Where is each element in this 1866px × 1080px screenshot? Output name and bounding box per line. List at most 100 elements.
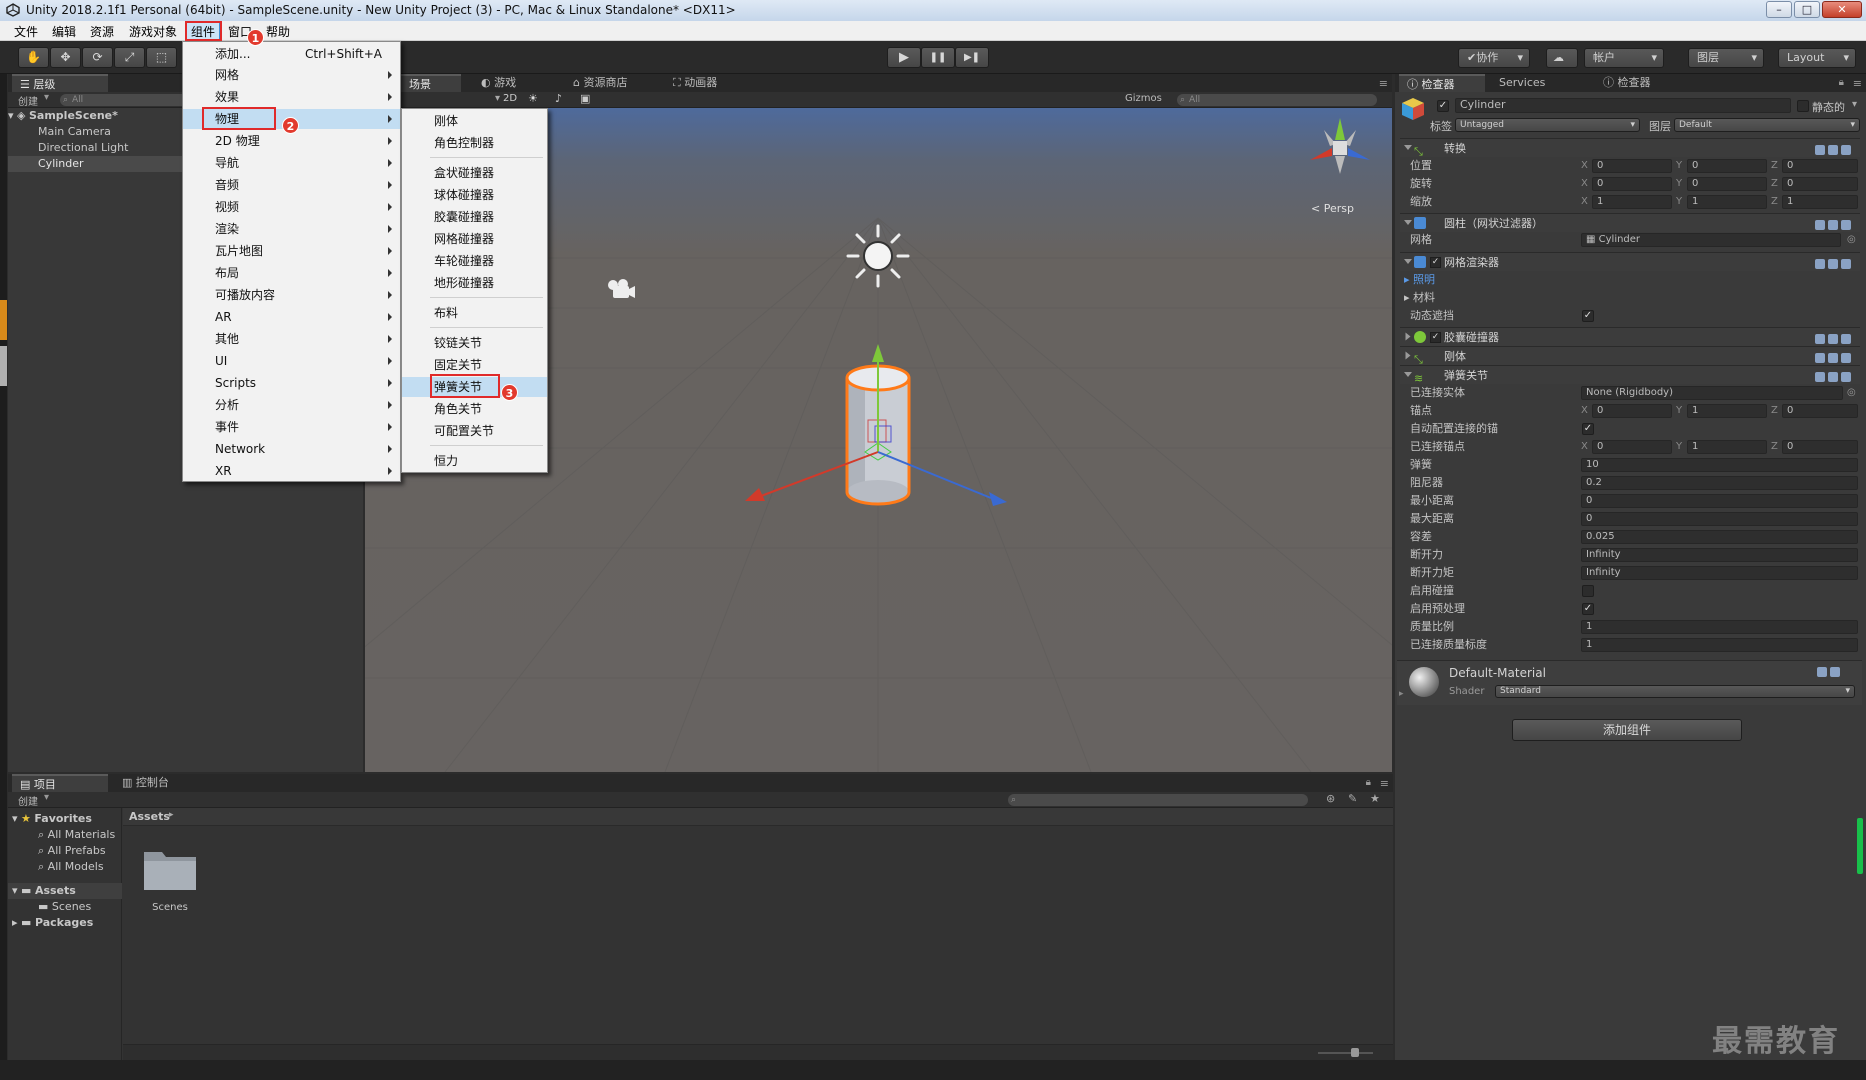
position-y-input[interactable]: 0 <box>1687 159 1767 173</box>
anchor-z-input[interactable]: 0 <box>1782 404 1858 418</box>
shader-dropdown[interactable]: Standard ▾ <box>1495 685 1855 698</box>
sun-icon[interactable] <box>846 224 910 288</box>
cloud-button[interactable]: ☁ <box>1546 48 1578 68</box>
scene-search-input[interactable]: ⌕ All <box>1177 94 1377 106</box>
scenes-folder-tile[interactable]: Scenes <box>140 846 200 913</box>
slider-handle[interactable] <box>1351 1048 1359 1057</box>
physics-item-hinge-joint[interactable]: 铰链关节 <box>402 333 547 353</box>
gameobject-name-input[interactable]: Cylinder <box>1455 98 1791 113</box>
menu-help[interactable]: 帮助 <box>266 23 290 40</box>
hierarchy-search-input[interactable]: ⌕ All <box>60 94 190 106</box>
z-axis-handle[interactable] <box>989 492 1007 506</box>
scale-z-input[interactable]: 1 <box>1782 195 1858 209</box>
auto-config-checkbox[interactable]: ✓ <box>1582 423 1594 435</box>
tag-dropdown[interactable]: Untagged ▾ <box>1455 118 1640 132</box>
mesh-renderer-enabled-checkbox[interactable]: ✓ <box>1430 257 1441 268</box>
gizmos-dropdown[interactable]: Gizmos <box>1125 93 1162 104</box>
panel-menu-icon[interactable]: ≡ <box>1380 777 1389 790</box>
anchor-y-input[interactable]: 1 <box>1687 404 1767 418</box>
menu-item-navigation[interactable]: 导航 <box>183 153 400 173</box>
menu-gameobject[interactable]: 游戏对象 <box>129 23 177 40</box>
physics-item-terrain-collider[interactable]: 地形碰撞器 <box>402 273 547 293</box>
thumbnail-size-slider[interactable] <box>1318 1052 1373 1054</box>
menu-item-layout[interactable]: 布局 <box>183 263 400 283</box>
orientation-gizmo[interactable] <box>1310 118 1370 174</box>
menu-edit[interactable]: 编辑 <box>52 23 76 40</box>
maximize-button[interactable]: □ <box>1794 1 1820 18</box>
physics-item-sphere-collider[interactable]: 球体碰撞器 <box>402 185 547 205</box>
camera-icon[interactable] <box>608 279 635 298</box>
close-button[interactable]: ✕ <box>1822 1 1862 18</box>
x-axis-handle[interactable] <box>745 488 765 501</box>
component-header-icons[interactable] <box>1812 217 1856 230</box>
tab-inspector-2[interactable]: ⓘ 检查器 <box>1595 74 1659 92</box>
tab-hierarchy[interactable]: ☰ 层级 <box>12 74 108 92</box>
physics-item-capsule-collider[interactable]: 胶囊碰撞器 <box>402 207 547 227</box>
menu-item-network[interactable]: Network <box>183 439 400 459</box>
assets-row[interactable]: ▾ ▬ Assets <box>8 883 122 899</box>
menu-item-ui[interactable]: UI <box>183 351 400 371</box>
menu-assets[interactable]: 资源 <box>90 23 114 40</box>
mass-scale-input[interactable]: 1 <box>1581 620 1858 634</box>
enable-collision-checkbox[interactable] <box>1582 585 1594 597</box>
layout-dropdown[interactable]: Layout ▾ <box>1778 48 1856 68</box>
object-picker-icon[interactable]: ◎ <box>1847 231 1856 249</box>
tab-scene[interactable]: 场景 <box>401 74 461 92</box>
component-header-icons[interactable] <box>1814 667 1858 679</box>
menu-item-effects[interactable]: 效果 <box>183 87 400 107</box>
rotate-tool-button[interactable]: ⟳ <box>82 47 113 68</box>
physics-item-rigidbody[interactable]: 刚体 <box>402 111 547 131</box>
layer-dropdown[interactable]: Default ▾ <box>1674 118 1860 132</box>
physics-item-cloth[interactable]: 布料 <box>402 303 547 323</box>
anchor-x-input[interactable]: 0 <box>1592 404 1672 418</box>
menu-item-analytics[interactable]: 分析 <box>183 395 400 415</box>
favorite-all-models[interactable]: ⌕ All Models <box>38 859 104 875</box>
scale-x-input[interactable]: 1 <box>1592 195 1672 209</box>
tab-asset-store[interactable]: ⌂ 资源商店 <box>565 74 635 92</box>
break-torque-input[interactable]: Infinity <box>1581 566 1858 580</box>
static-checkbox[interactable] <box>1797 100 1809 112</box>
tab-animator[interactable]: ⛶ 动画器 <box>665 74 725 92</box>
add-component-button[interactable]: 添加组件 <box>1512 719 1742 741</box>
persp-label[interactable]: < Persp <box>1311 202 1354 215</box>
menu-item-xr[interactable]: XR <box>183 461 400 481</box>
breadcrumb[interactable]: Assets <box>129 810 170 823</box>
favorite-all-prefabs[interactable]: ⌕ All Prefabs <box>38 843 106 859</box>
project-create-button[interactable]: 创建 <box>18 793 38 808</box>
connected-anchor-x-input[interactable]: 0 <box>1592 440 1672 454</box>
dock-tab-orange[interactable] <box>0 300 7 340</box>
lock-icon[interactable]: 🔒︎ <box>1839 77 1844 88</box>
hierarchy-create-button[interactable]: 创建 <box>18 93 38 108</box>
tab-services[interactable]: Services <box>1491 74 1553 92</box>
menu-item-playables[interactable]: 可播放内容 <box>183 285 400 305</box>
component-header-icons[interactable] <box>1812 369 1856 382</box>
break-force-input[interactable]: Infinity <box>1581 548 1858 562</box>
favorites-row[interactable]: ▾ ★ Favorites <box>12 811 92 827</box>
play-button[interactable]: ▶ <box>887 47 921 68</box>
tab-game[interactable]: ◐ 游戏 <box>473 74 524 92</box>
tab-project[interactable]: ▤ 项目 <box>12 774 108 792</box>
rect-tool-button[interactable]: ⬚ <box>146 47 177 68</box>
hierarchy-item-main-camera[interactable]: Main Camera <box>38 124 111 140</box>
packages-row[interactable]: ▸ ▬ Packages <box>12 915 93 931</box>
step-button[interactable]: ▶❚ <box>955 47 989 68</box>
pause-button[interactable]: ❚❚ <box>921 47 955 68</box>
menu-item-tilemap[interactable]: 瓦片地图 <box>183 241 400 261</box>
panel-menu-icon[interactable]: ≡ <box>1379 77 1388 90</box>
menu-item-video[interactable]: 视频 <box>183 197 400 217</box>
lighting-foldout[interactable]: ▸ 照明 <box>1400 271 1860 289</box>
filter-type-icon[interactable]: ⊛ <box>1326 792 1335 805</box>
connected-anchor-z-input[interactable]: 0 <box>1782 440 1858 454</box>
effects-toggle-icon[interactable]: ▣ <box>580 92 590 105</box>
position-x-input[interactable]: 0 <box>1592 159 1672 173</box>
position-z-input[interactable]: 0 <box>1782 159 1858 173</box>
rotation-y-input[interactable]: 0 <box>1687 177 1767 191</box>
enable-preprocessing-checkbox[interactable]: ✓ <box>1582 603 1594 615</box>
star-icon[interactable]: ★ <box>1370 792 1380 805</box>
filter-label-icon[interactable]: ✎ <box>1348 792 1357 805</box>
capsule-collider-enabled-checkbox[interactable]: ✓ <box>1430 332 1441 343</box>
physics-item-fixed-joint[interactable]: 固定关节 <box>402 355 547 375</box>
max-distance-input[interactable]: 0 <box>1581 512 1858 526</box>
component-header-capsule-collider[interactable]: ✓ 胶囊碰撞器 <box>1400 327 1860 346</box>
physics-item-character-controller[interactable]: 角色控制器 <box>402 133 547 153</box>
